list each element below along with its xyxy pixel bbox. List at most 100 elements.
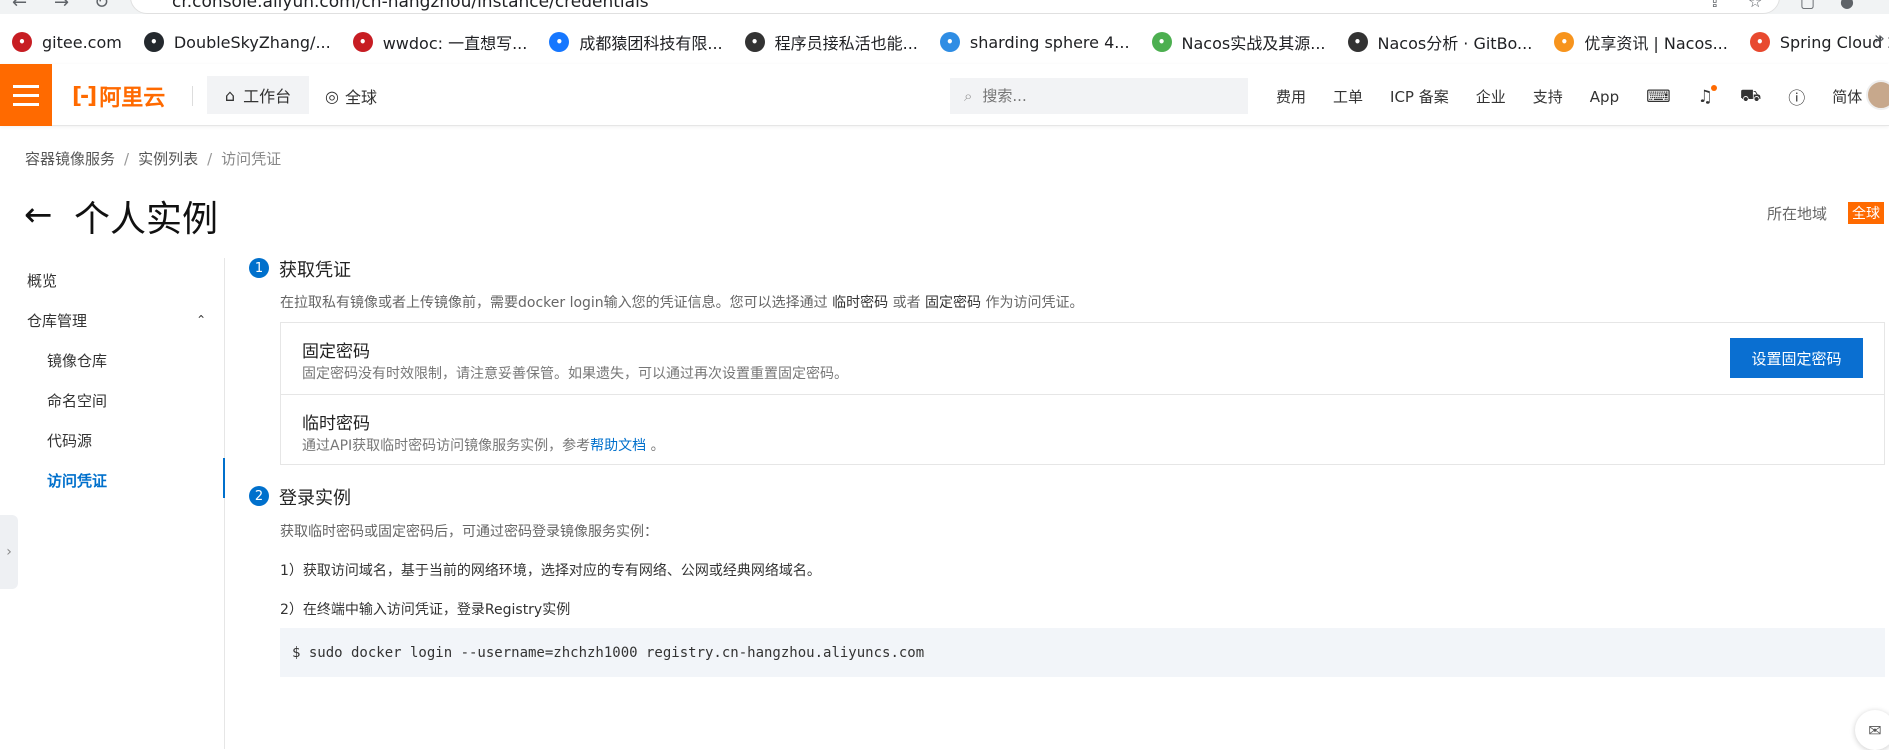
region-selector[interactable]: ◎ 全球: [325, 84, 377, 108]
rss-icon: •: [1554, 32, 1575, 52]
active-indicator: [223, 458, 225, 498]
card-title: 固定密码: [302, 342, 370, 362]
cart-icon[interactable]: ⛟: [1740, 86, 1761, 108]
console-header: [-] 阿里云 ⌂ 工作台 ◎ 全球 ⌕ 费用 工单 ICP 备案 企业 支持 …: [0, 64, 1889, 126]
bookmark-item[interactable]: • 优享资讯 | Nacos...: [1554, 30, 1728, 54]
sidebar-item-credentials[interactable]: 访问凭证: [47, 470, 107, 491]
region-badge: 全球: [1848, 202, 1884, 224]
app-icon: •: [744, 32, 765, 52]
breadcrumb-sep: /: [124, 150, 130, 168]
desc-text: 在拉取私有镜像或者上传镜像前，需要docker login输入您的凭证信息。您可…: [280, 295, 828, 311]
bookmark-item[interactable]: • 成都猿团科技有限...: [549, 30, 723, 54]
sidebar-item-repo-mgmt[interactable]: 仓库管理: [27, 310, 87, 331]
desc-fixed-password: 固定密码: [925, 295, 982, 311]
set-fixed-password-button[interactable]: 设置固定密码: [1730, 338, 1863, 378]
back-arrow-icon[interactable]: ←: [24, 195, 53, 235]
app-icon: •: [549, 32, 570, 52]
bookmark-item[interactable]: • gitee.com: [12, 32, 122, 52]
cloud-icon: •: [939, 32, 960, 52]
bookmark-item[interactable]: • Nacos实战及其源...: [1151, 30, 1326, 54]
breadcrumb: 容器镜像服务 / 实例列表 / 访问凭证: [25, 148, 281, 169]
bookmark-item[interactable]: • DoubleSkyZhang/...: [143, 32, 331, 52]
nav-tickets[interactable]: 工单: [1333, 86, 1363, 107]
back-nav-icon[interactable]: ←: [12, 0, 27, 13]
nav-support[interactable]: 支持: [1533, 86, 1563, 107]
step-number: 2: [249, 486, 269, 506]
bookmark-label: wwdoc: 一直想写...: [382, 34, 528, 53]
aliyun-logo[interactable]: [-] 阿里云: [72, 80, 165, 112]
breadcrumb-item-current: 访问凭证: [221, 150, 282, 168]
reload-icon[interactable]: ↻: [94, 0, 109, 13]
chevron-up-icon[interactable]: ⌄: [196, 312, 206, 326]
nav-billing[interactable]: 费用: [1276, 86, 1306, 107]
profile-icon[interactable]: ●: [1840, 0, 1854, 11]
bookmark-item[interactable]: • Nacos分析 · GitBo...: [1347, 30, 1533, 54]
home-icon: ⌂: [224, 85, 236, 105]
share-icon[interactable]: ⇪: [1708, 0, 1721, 11]
bookmark-label: Nacos实战及其源...: [1181, 34, 1326, 53]
sidebar-item-namespaces[interactable]: 命名空间: [47, 390, 107, 411]
gitee-icon: •: [352, 32, 373, 52]
bookmark-star-icon[interactable]: ☆: [1748, 0, 1762, 11]
forward-nav-icon[interactable]: →: [54, 0, 69, 13]
c-icon: •: [1749, 32, 1770, 52]
bookmark-label: 程序员接私活也能...: [774, 34, 918, 53]
language-switch[interactable]: 简体: [1832, 86, 1862, 107]
terminal-icon[interactable]: ⌨: [1646, 87, 1671, 107]
github-icon: •: [143, 32, 164, 52]
bookmark-label: Spring Cloud 2.2....: [1779, 32, 1889, 52]
gitee-icon: •: [12, 32, 32, 52]
breadcrumb-item-instances[interactable]: 实例列表: [138, 150, 198, 168]
breadcrumb-item-cr[interactable]: 容器镜像服务: [25, 150, 115, 168]
bookmark-label: 优享资讯 | Nacos...: [1584, 34, 1728, 53]
sidebar-item-overview[interactable]: 概览: [27, 270, 57, 291]
nav-app[interactable]: App: [1590, 88, 1619, 106]
instruction-line: 1）获取访问域名，基于当前的网络环境，选择对应的专有网络、公网或经典网络域名。: [280, 563, 821, 579]
address-url[interactable]: cr.console.aliyun.com/cn-hangzhou/instan…: [172, 0, 649, 12]
bookmarks-bar: • gitee.com • DoubleSkyZhang/... • wwdoc: 一直想…: [0, 22, 1889, 62]
step-number: 1: [249, 258, 269, 278]
help-icon[interactable]: ⓘ: [1788, 84, 1805, 109]
bookmark-label: sharding sphere 4...: [969, 32, 1130, 52]
search-input[interactable]: [982, 87, 1213, 105]
bookmark-label: DoubleSkyZhang/...: [173, 32, 331, 52]
card-description: 通过API获取临时密码访问镜像服务实例，参考帮助文档 。: [302, 435, 665, 455]
breadcrumb-sep: /: [207, 150, 213, 168]
help-doc-link[interactable]: 帮助文档: [590, 438, 646, 454]
extensions-icon[interactable]: ▢: [1800, 0, 1815, 11]
bell-icon[interactable]: ♫: [1698, 84, 1717, 107]
bookmark-item[interactable]: • sharding sphere 4...: [939, 32, 1130, 52]
desc-text: 通过API获取临时密码访问镜像服务实例，参考: [302, 438, 591, 454]
aliyun-mark-icon: [-]: [72, 83, 97, 109]
notification-dot: [1710, 84, 1717, 91]
book-icon: •: [1347, 32, 1368, 52]
leaf-icon: •: [1151, 32, 1172, 52]
workbench-label: 工作台: [243, 87, 292, 106]
region-label: 所在地域: [1767, 205, 1828, 223]
step-title: 获取凭证: [279, 260, 351, 281]
chat-icon[interactable]: ✉: [1855, 710, 1889, 750]
bookmark-item[interactable]: • 程序员接私活也能...: [744, 30, 918, 54]
desc-text: 作为访问凭证。: [985, 295, 1084, 311]
menu-icon[interactable]: [0, 64, 52, 126]
bookmarks-overflow-icon[interactable]: »: [1874, 28, 1885, 49]
workbench-button[interactable]: ⌂ 工作台: [207, 76, 309, 114]
nav-icp[interactable]: ICP 备案: [1390, 86, 1449, 107]
bookmark-item[interactable]: • wwdoc: 一直想写...: [352, 30, 528, 54]
step-title: 登录实例: [279, 488, 351, 509]
nav-enterprise[interactable]: 企业: [1476, 86, 1506, 107]
desc-text: 。: [650, 438, 665, 454]
card-description: 固定密码没有时效限制，请注意妥善保管。如果遗失，可以通过再次设置重置固定密码。: [302, 366, 848, 382]
step-description: 获取临时密码或固定密码后，可通过密码登录镜像服务实例：: [280, 524, 658, 540]
bookmark-item[interactable]: • Spring Cloud 2.2....: [1749, 32, 1889, 52]
page-title: 个人实例: [74, 199, 219, 240]
sidebar-item-repositories[interactable]: 镜像仓库: [47, 350, 107, 371]
sidebar-item-code-source[interactable]: 代码源: [47, 430, 92, 451]
search-box[interactable]: ⌕: [950, 78, 1248, 114]
sidebar-collapse-handle[interactable]: ›: [0, 515, 18, 589]
bookmark-label: Nacos分析 · GitBo...: [1377, 34, 1533, 53]
login-command[interactable]: $ sudo docker login --username=zhchzh100…: [280, 628, 1885, 677]
region-selector-label: 全球: [344, 88, 377, 107]
logo-text: 阿里云: [99, 86, 166, 111]
avatar[interactable]: [1866, 80, 1889, 110]
